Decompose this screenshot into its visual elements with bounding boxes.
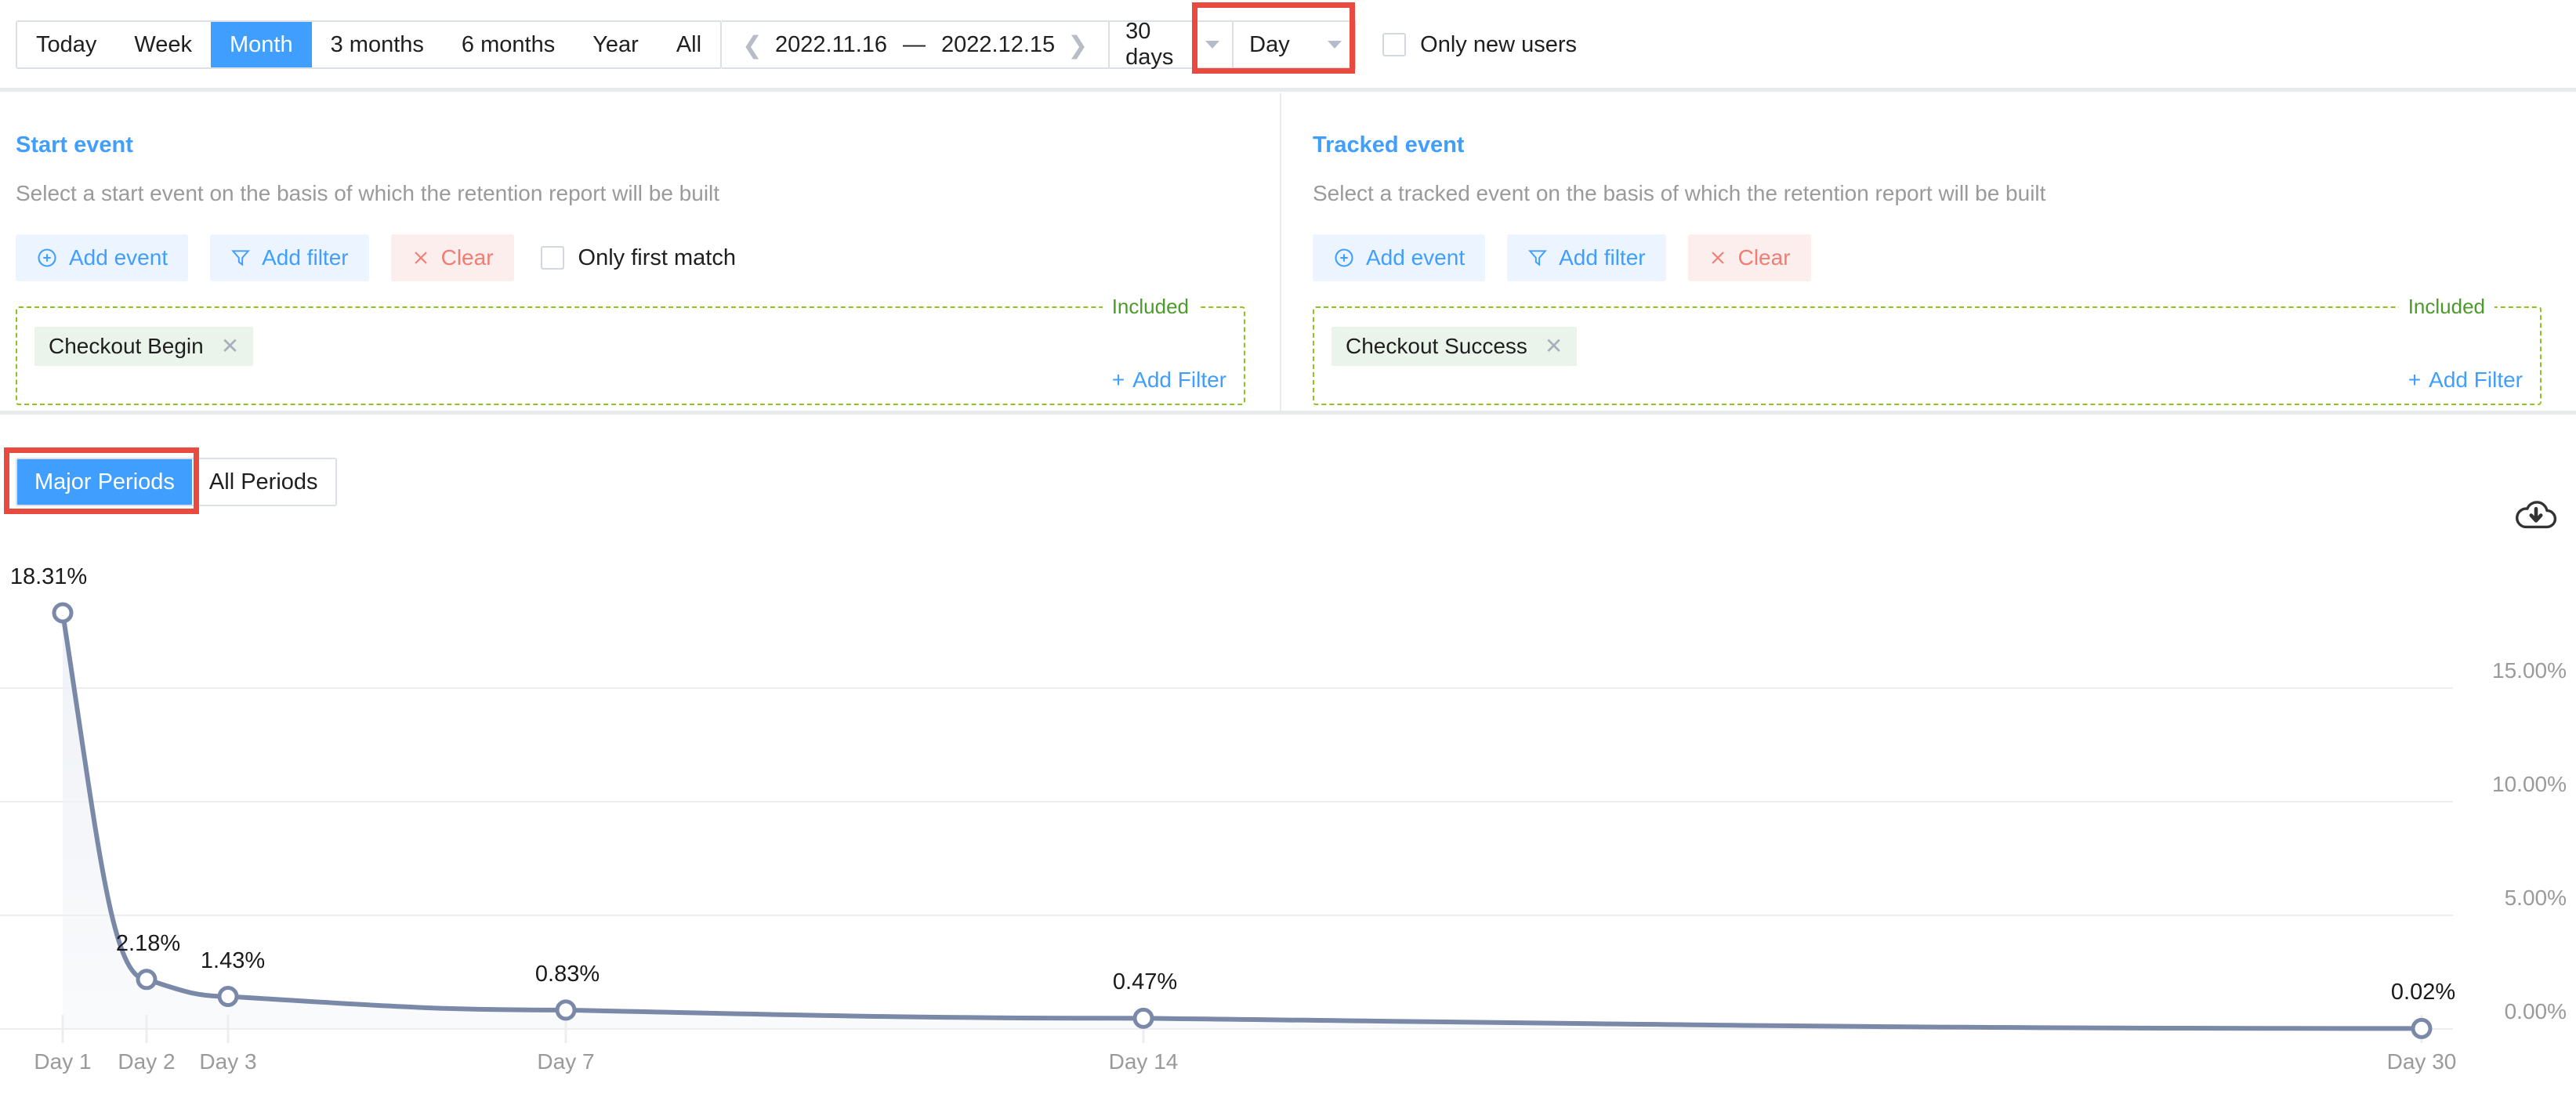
tracked-clear-label: Clear: [1737, 245, 1791, 270]
chart-x-tick-label: Day 1: [34, 1049, 92, 1074]
remove-tag-icon[interactable]: ✕: [221, 335, 239, 357]
date-start: 2022.11.16: [775, 31, 888, 57]
chart-x-tick-label: Day 14: [1108, 1049, 1179, 1074]
tracked-event-subtitle: Select a tracked event on the basis of w…: [1313, 181, 2046, 205]
plus-circle-icon: [1333, 247, 1366, 269]
chart-y-tick-label: 10.00%: [2492, 772, 2567, 796]
start-add-filter-label: Add filter: [262, 245, 349, 270]
chart-y-tick-label: 15.00%: [2492, 658, 2567, 683]
granularity-value: Day: [1249, 31, 1290, 57]
tab-all-periods[interactable]: All Periods: [191, 459, 335, 505]
chevron-down-icon: [1205, 41, 1220, 49]
retention-window-value: 30 days: [1125, 19, 1174, 70]
only-first-match-label: Only first match: [578, 245, 736, 270]
chevron-down-icon: [1328, 41, 1342, 49]
start-included-box: Included Checkout Begin ✕ + Add Filter: [16, 293, 1245, 405]
tab-major-periods[interactable]: Major Periods: [17, 459, 192, 505]
tracked-add-event-button[interactable]: Add event: [1313, 234, 1486, 281]
date-range-segmented-control: Today Week Month 3 months 6 months Year …: [16, 20, 723, 69]
range-button-week[interactable]: Week: [115, 22, 211, 67]
event-config-panels: Start event Select a start event on the …: [0, 93, 2576, 412]
funnel-icon: [230, 247, 262, 269]
chart-x-tick-label: Day 30: [2386, 1049, 2457, 1074]
tracked-add-filter-link-label: Add Filter: [2429, 368, 2523, 392]
start-event-subtitle: Select a start event on the basis of whi…: [16, 181, 720, 205]
start-add-event-label: Add event: [69, 245, 168, 270]
panels-divider: [0, 411, 2576, 415]
only-new-users-checkbox[interactable]: Only new users: [1382, 32, 1577, 58]
start-event-tag[interactable]: Checkout Begin ✕: [34, 327, 254, 366]
start-add-filter-link-label: Add Filter: [1132, 368, 1226, 392]
tracked-add-filter-button[interactable]: Add filter: [1507, 234, 1666, 281]
checkbox-box: [1382, 33, 1407, 56]
only-first-match-checkbox[interactable]: Only first match: [540, 245, 736, 271]
tracked-add-filter-link[interactable]: + Add Filter: [2408, 368, 2523, 393]
chart-y-tick-label: 0.00%: [2504, 999, 2567, 1023]
retention-window-select[interactable]: 30 days: [1110, 19, 1234, 70]
start-event-panel: Start event Select a start event on the …: [0, 93, 1281, 412]
close-x-icon: [411, 248, 441, 267]
chart-canvas: [0, 602, 2453, 1043]
funnel-icon: [1527, 247, 1559, 269]
range-button-today[interactable]: Today: [17, 22, 116, 67]
tracked-event-tag-label: Checkout Success: [1346, 334, 1527, 358]
plus-icon: +: [1111, 368, 1125, 392]
range-button-6-months[interactable]: 6 months: [442, 22, 574, 67]
chevron-right-icon[interactable]: ❯: [1058, 33, 1097, 57]
tracked-event-panel: Tracked event Select a tracked event on …: [1281, 93, 2576, 412]
chart-y-tick-label: 5.00%: [2504, 886, 2567, 910]
start-event-actions: Add event Add filter Clear Only first ma…: [16, 234, 1245, 281]
start-add-filter-button[interactable]: Add filter: [210, 234, 369, 281]
tracked-add-event-label: Add event: [1366, 245, 1466, 270]
toolbar-divider: [0, 88, 2576, 92]
chart-point-label: 2.18%: [115, 930, 181, 956]
tracked-event-actions: Add event Add filter Clear: [1313, 234, 2542, 281]
plus-icon: +: [2408, 368, 2422, 392]
granularity-select[interactable]: Day: [1234, 20, 1357, 69]
tracked-add-filter-label: Add filter: [1559, 245, 1646, 270]
date-end: 2022.12.15: [941, 31, 1056, 57]
chart-point-label: 1.43%: [200, 947, 266, 973]
tracked-included-box: Included Checkout Success ✕ + Add Filter: [1313, 293, 2542, 405]
chart-point-label: 18.31%: [9, 564, 88, 589]
chevron-left-icon[interactable]: ❮: [733, 33, 772, 57]
top-toolbar: Today Week Month 3 months 6 months Year …: [0, 0, 2576, 89]
retention-line-chart: 18.31% 2.18% 1.43% 0.83% 0.47% 0.02% Day 1 Day …: [0, 541, 2576, 1094]
date-separator: —: [903, 31, 926, 57]
start-add-event-button[interactable]: Add event: [16, 234, 189, 281]
chart-x-tick-label: Day 3: [199, 1049, 257, 1074]
chart-x-tick-label: Day 7: [537, 1049, 595, 1074]
plus-circle-icon: [36, 247, 69, 269]
start-clear-button[interactable]: Clear: [390, 234, 514, 281]
range-button-year[interactable]: Year: [574, 22, 658, 67]
tracked-event-tag[interactable]: Checkout Success ✕: [1331, 327, 1578, 366]
cloud-download-icon[interactable]: [2513, 497, 2559, 534]
start-clear-label: Clear: [440, 245, 494, 270]
chart-point-label: 0.83%: [534, 961, 600, 987]
chart-point-label: 0.02%: [2390, 980, 2456, 1005]
period-tabs: Major Periods All Periods: [16, 458, 337, 506]
chart-x-tick-label: Day 2: [118, 1049, 176, 1074]
tracked-clear-button[interactable]: Clear: [1687, 234, 1811, 281]
start-event-title: Start event: [16, 132, 133, 158]
close-x-icon: [1708, 248, 1738, 267]
date-range-display: ❮ 2022.11.16 — 2022.12.15 ❯: [722, 20, 1110, 69]
remove-tag-icon[interactable]: ✕: [1545, 335, 1563, 357]
range-button-all[interactable]: All: [657, 22, 721, 67]
tracked-event-title: Tracked event: [1313, 132, 1465, 158]
chart-point-label: 0.47%: [1112, 969, 1178, 995]
range-button-month[interactable]: Month: [211, 22, 312, 67]
only-new-users-label: Only new users: [1420, 31, 1578, 57]
checkbox-box: [540, 246, 564, 270]
range-button-3-months[interactable]: 3 months: [311, 22, 443, 67]
tracked-included-label: Included: [2398, 293, 2494, 320]
start-add-filter-link[interactable]: + Add Filter: [1112, 368, 1226, 393]
start-event-tag-label: Checkout Begin: [49, 334, 204, 358]
start-included-label: Included: [1102, 293, 1198, 320]
